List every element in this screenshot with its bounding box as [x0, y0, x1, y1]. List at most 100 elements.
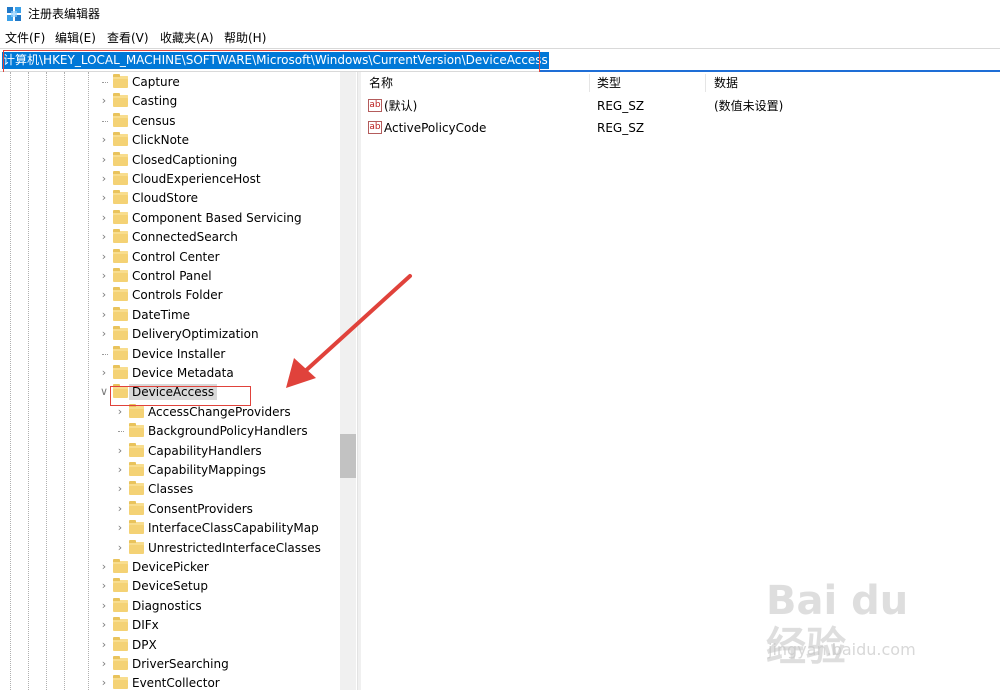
- expand-chevron-icon[interactable]: ›: [98, 579, 110, 593]
- value-row[interactable]: ab (默认) REG_SZ (数值未设置): [361, 96, 1000, 116]
- folder-icon: [129, 481, 144, 496]
- expand-chevron-icon[interactable]: ›: [98, 327, 110, 341]
- menu-favorites[interactable]: 收藏夹(A): [160, 30, 214, 46]
- folder-icon: [113, 209, 128, 224]
- tree-node[interactable]: › Diagnostics: [0, 597, 340, 616]
- tree-connector: [102, 120, 108, 122]
- red-arrow-icon: [286, 274, 412, 388]
- tree-node-label: Component Based Servicing: [132, 210, 302, 225]
- folder-icon: [129, 442, 144, 457]
- menu-view[interactable]: 查看(V): [107, 30, 149, 46]
- expand-chevron-icon[interactable]: ›: [114, 463, 126, 477]
- expand-chevron-icon[interactable]: ›: [98, 599, 110, 613]
- expand-chevron-icon[interactable]: ›: [114, 541, 126, 555]
- expand-chevron-icon[interactable]: ›: [98, 308, 110, 322]
- value-row[interactable]: ab ActivePolicyCode REG_SZ: [361, 118, 1000, 138]
- tree-node-label: CapabilityMappings: [148, 463, 266, 477]
- tree-node[interactable]: › AccessChangeProviders: [0, 403, 340, 422]
- scrollbar-thumb[interactable]: [340, 434, 356, 478]
- expand-chevron-icon[interactable]: ›: [98, 211, 110, 225]
- menu-help[interactable]: 帮助(H): [224, 30, 266, 46]
- expand-chevron-icon[interactable]: ›: [98, 94, 110, 108]
- tree-node[interactable]: › InterfaceClassCapabilityMap: [0, 519, 340, 538]
- tree-node[interactable]: › CapabilityHandlers: [0, 442, 340, 461]
- expand-chevron-icon[interactable]: ›: [98, 230, 110, 244]
- expand-chevron-icon[interactable]: ›: [98, 676, 110, 690]
- tree-connector: [102, 82, 108, 83]
- tree-node[interactable]: › DevicePicker: [0, 558, 340, 577]
- tree-node[interactable]: › CloudExperienceHost: [0, 170, 340, 189]
- expand-chevron-icon[interactable]: ›: [114, 482, 126, 496]
- column-separator[interactable]: [589, 74, 590, 92]
- expand-chevron-icon[interactable]: ›: [98, 618, 110, 632]
- tree-node[interactable]: Capture: [0, 73, 340, 92]
- expand-chevron-icon[interactable]: ›: [98, 657, 110, 671]
- column-header-data[interactable]: 数据: [714, 72, 738, 94]
- expand-chevron-icon[interactable]: ›: [98, 638, 110, 652]
- value-data: (数值未设置): [714, 99, 784, 113]
- expand-chevron-icon[interactable]: ›: [114, 502, 126, 516]
- expand-chevron-icon[interactable]: ›: [98, 288, 110, 302]
- folder-icon: [113, 675, 128, 690]
- expand-chevron-icon[interactable]: ›: [98, 191, 110, 205]
- tree-node-label: CloudExperienceHost: [132, 172, 261, 186]
- tree-node[interactable]: › UnrestrictedInterfaceClasses: [0, 539, 340, 558]
- tree-node[interactable]: › DIFx: [0, 616, 340, 635]
- folder-icon: [129, 500, 144, 515]
- expand-chevron-icon[interactable]: ›: [98, 172, 110, 186]
- folder-icon: [113, 132, 128, 147]
- expand-chevron-icon[interactable]: ›: [98, 560, 110, 574]
- menu-edit[interactable]: 编辑(E): [55, 30, 96, 46]
- tree-node-label: DriverSearching: [132, 657, 229, 671]
- column-header-name[interactable]: 名称: [369, 72, 393, 94]
- column-separator[interactable]: [705, 74, 706, 92]
- menu-file[interactable]: 文件(F): [5, 30, 45, 46]
- expand-chevron-icon[interactable]: ›: [114, 521, 126, 535]
- tree-node[interactable]: › Classes: [0, 480, 340, 499]
- tree-node[interactable]: › Control Center: [0, 248, 340, 267]
- folder-icon: [129, 423, 144, 438]
- folder-icon: [113, 171, 128, 185]
- tree-node[interactable]: › Component Based Servicing: [0, 209, 340, 228]
- folder-icon: [113, 93, 128, 108]
- tree-node-label: ClosedCaptioning: [132, 152, 238, 167]
- tree-node[interactable]: › ClickNote: [0, 131, 340, 150]
- folder-icon: [113, 617, 128, 632]
- tree-node[interactable]: › EventCollector: [0, 674, 340, 690]
- address-path[interactable]: 计算机\HKEY_LOCAL_MACHINE\SOFTWARE\Microsof…: [2, 52, 549, 69]
- folder-icon: [113, 151, 128, 166]
- address-bar[interactable]: 计算机\HKEY_LOCAL_MACHINE\SOFTWARE\Microsof…: [0, 48, 1000, 72]
- tree-node[interactable]: › DPX: [0, 636, 340, 655]
- title-bar: 注册表编辑器: [0, 0, 1000, 28]
- expand-chevron-icon[interactable]: ›: [98, 133, 110, 147]
- tree-node[interactable]: › DeviceSetup: [0, 577, 340, 596]
- tree-node[interactable]: › DriverSearching: [0, 655, 340, 674]
- values-pane[interactable]: 名称 类型 数据 ab (默认) REG_SZ (数值未设置) ab Activ…: [361, 72, 1000, 690]
- expand-chevron-icon[interactable]: ›: [114, 405, 126, 419]
- tree-node[interactable]: BackgroundPolicyHandlers: [0, 422, 340, 441]
- tree-node[interactable]: › CapabilityMappings: [0, 461, 340, 480]
- folder-icon: [113, 384, 128, 399]
- tree-node[interactable]: › ConnectedSearch: [0, 228, 340, 247]
- tree-node[interactable]: › ConsentProviders: [0, 500, 340, 519]
- tree-node-label: DevicePicker: [132, 560, 209, 574]
- tree-node[interactable]: › ClosedCaptioning: [0, 151, 340, 170]
- folder-icon: [113, 287, 128, 302]
- string-value-icon: ab: [368, 99, 382, 112]
- folder-icon: [113, 74, 128, 88]
- expand-chevron-icon[interactable]: ›: [98, 269, 110, 283]
- column-header-type[interactable]: 类型: [597, 72, 621, 94]
- tree-node[interactable]: › CloudStore: [0, 189, 340, 208]
- expand-chevron-icon[interactable]: ›: [98, 250, 110, 264]
- value-type: REG_SZ: [597, 121, 645, 135]
- tree-node[interactable]: › Casting: [0, 92, 340, 111]
- expand-chevron-icon[interactable]: ›: [98, 366, 110, 380]
- menu-bar: 文件(F) 编辑(E) 查看(V) 收藏夹(A) 帮助(H): [0, 28, 1000, 48]
- string-value-icon: ab: [368, 121, 382, 134]
- collapse-chevron-icon[interactable]: ∨: [98, 385, 110, 399]
- expand-chevron-icon[interactable]: ›: [98, 153, 110, 167]
- tree-node[interactable]: Census: [0, 112, 340, 131]
- expand-chevron-icon[interactable]: ›: [114, 444, 126, 458]
- folder-icon: [129, 520, 144, 535]
- tree-node-label: DeliveryOptimization: [132, 327, 259, 342]
